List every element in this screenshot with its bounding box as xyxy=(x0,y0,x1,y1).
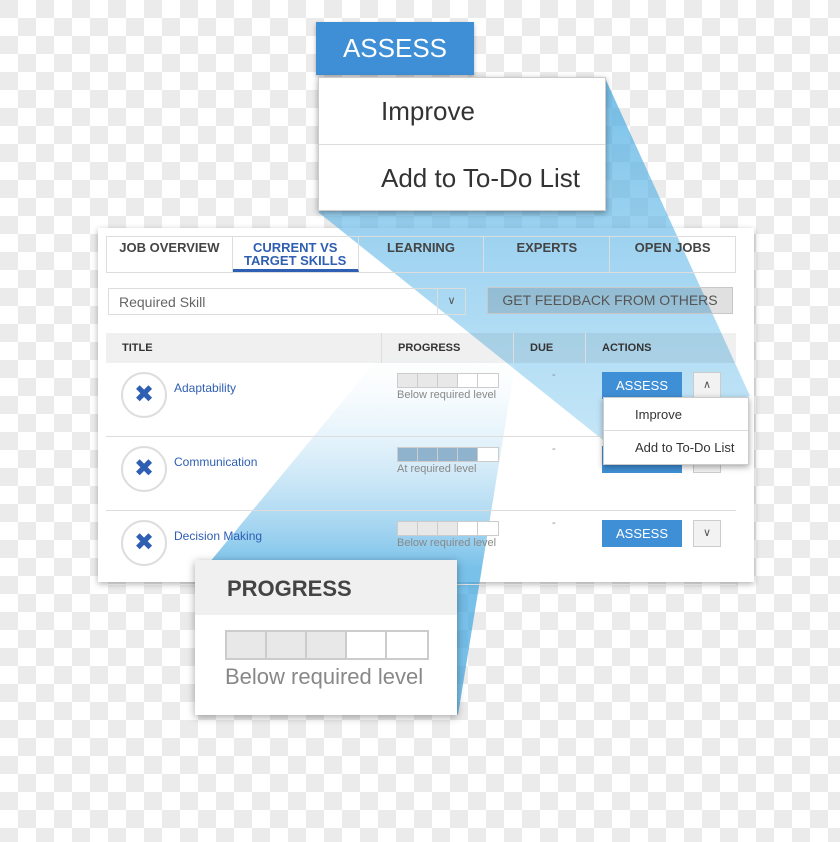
progress-segment xyxy=(458,522,478,535)
progress-segment xyxy=(458,448,478,461)
progress-segment xyxy=(438,448,458,461)
assess-button[interactable]: ASSESS xyxy=(602,520,682,547)
due-date: - xyxy=(552,517,556,529)
progress-callout-heading: PROGRESS xyxy=(195,560,457,615)
progress-segment xyxy=(307,632,347,658)
progress-segment xyxy=(398,448,418,461)
progress-segment xyxy=(438,522,458,535)
tab-learning[interactable]: LEARNING xyxy=(359,237,485,272)
chevron-up-icon[interactable]: ∧ xyxy=(693,372,721,399)
progress-level: Below required level xyxy=(397,537,497,549)
progress-segment xyxy=(398,522,418,535)
tab-current-vs-target-skills[interactable]: CURRENT VS TARGET SKILLS xyxy=(232,237,359,272)
progress-segment xyxy=(478,374,498,387)
progress-callout: PROGRESS Below required level xyxy=(195,560,457,715)
progress-bar xyxy=(397,521,499,536)
wrench-screwdriver-icon: ✖ xyxy=(121,520,167,566)
tab-experts[interactable]: EXPERTS xyxy=(484,237,611,272)
wrench-screwdriver-icon: ✖ xyxy=(121,372,167,418)
chevron-down-icon[interactable]: ∨ xyxy=(437,289,465,314)
progress-segment xyxy=(418,448,438,461)
progress-segment xyxy=(418,374,438,387)
tab-job-overview[interactable]: JOB OVERVIEW xyxy=(107,237,233,272)
assess-button[interactable]: ASSESS xyxy=(602,372,682,399)
progress-segment xyxy=(227,632,267,658)
skill-link[interactable]: Decision Making xyxy=(174,529,262,543)
progress-segment xyxy=(267,632,307,658)
column-actions: ACTIONS xyxy=(602,342,652,354)
chevron-down-icon[interactable]: ∨ xyxy=(693,520,721,547)
assess-button-zoomed[interactable]: ASSESS xyxy=(316,22,474,75)
progress-segment xyxy=(458,374,478,387)
due-date: - xyxy=(552,443,556,455)
progress-segment xyxy=(398,374,418,387)
menu-item-improve[interactable]: Improve xyxy=(604,398,748,431)
zoomed-action-menu: Improve Add to To-Do List xyxy=(318,77,606,211)
column-due: DUE xyxy=(514,333,586,363)
column-title: TITLE xyxy=(106,333,382,363)
progress-segment xyxy=(478,522,498,535)
progress-bar xyxy=(397,373,499,388)
progress-level: At required level xyxy=(397,463,477,475)
progress-segment xyxy=(438,374,458,387)
menu-item-improve-zoomed[interactable]: Improve xyxy=(319,78,605,145)
progress-level: Below required level xyxy=(397,389,497,401)
get-feedback-button[interactable]: GET FEEDBACK FROM OTHERS xyxy=(487,287,733,314)
progress-bar xyxy=(397,447,499,462)
row-action-menu: Improve Add to To-Do List xyxy=(603,397,749,465)
skill-filter-value: Required Skill xyxy=(119,294,206,310)
tab-open-jobs[interactable]: OPEN JOBS xyxy=(610,237,735,272)
wrench-screwdriver-icon: ✖ xyxy=(121,446,167,492)
skill-link[interactable]: Adaptability xyxy=(174,381,236,395)
progress-segment xyxy=(387,632,427,658)
progress-level: Below required level xyxy=(225,664,424,689)
tab-bar: JOB OVERVIEW CURRENT VS TARGET SKILLS LE… xyxy=(106,236,736,273)
progress-bar xyxy=(225,630,429,660)
progress-segment xyxy=(347,632,387,658)
due-date: - xyxy=(552,369,556,381)
table-header: TITLE PROGRESS DUE ACTIONS xyxy=(106,333,736,363)
progress-segment xyxy=(478,448,498,461)
menu-item-add-to-todo[interactable]: Add to To-Do List xyxy=(604,431,748,464)
skill-link[interactable]: Communication xyxy=(174,455,257,469)
column-progress: PROGRESS xyxy=(382,333,514,363)
progress-segment xyxy=(418,522,438,535)
menu-item-add-to-todo-zoomed[interactable]: Add to To-Do List xyxy=(319,145,605,211)
skill-filter-select[interactable]: Required Skill ∨ xyxy=(108,288,466,315)
